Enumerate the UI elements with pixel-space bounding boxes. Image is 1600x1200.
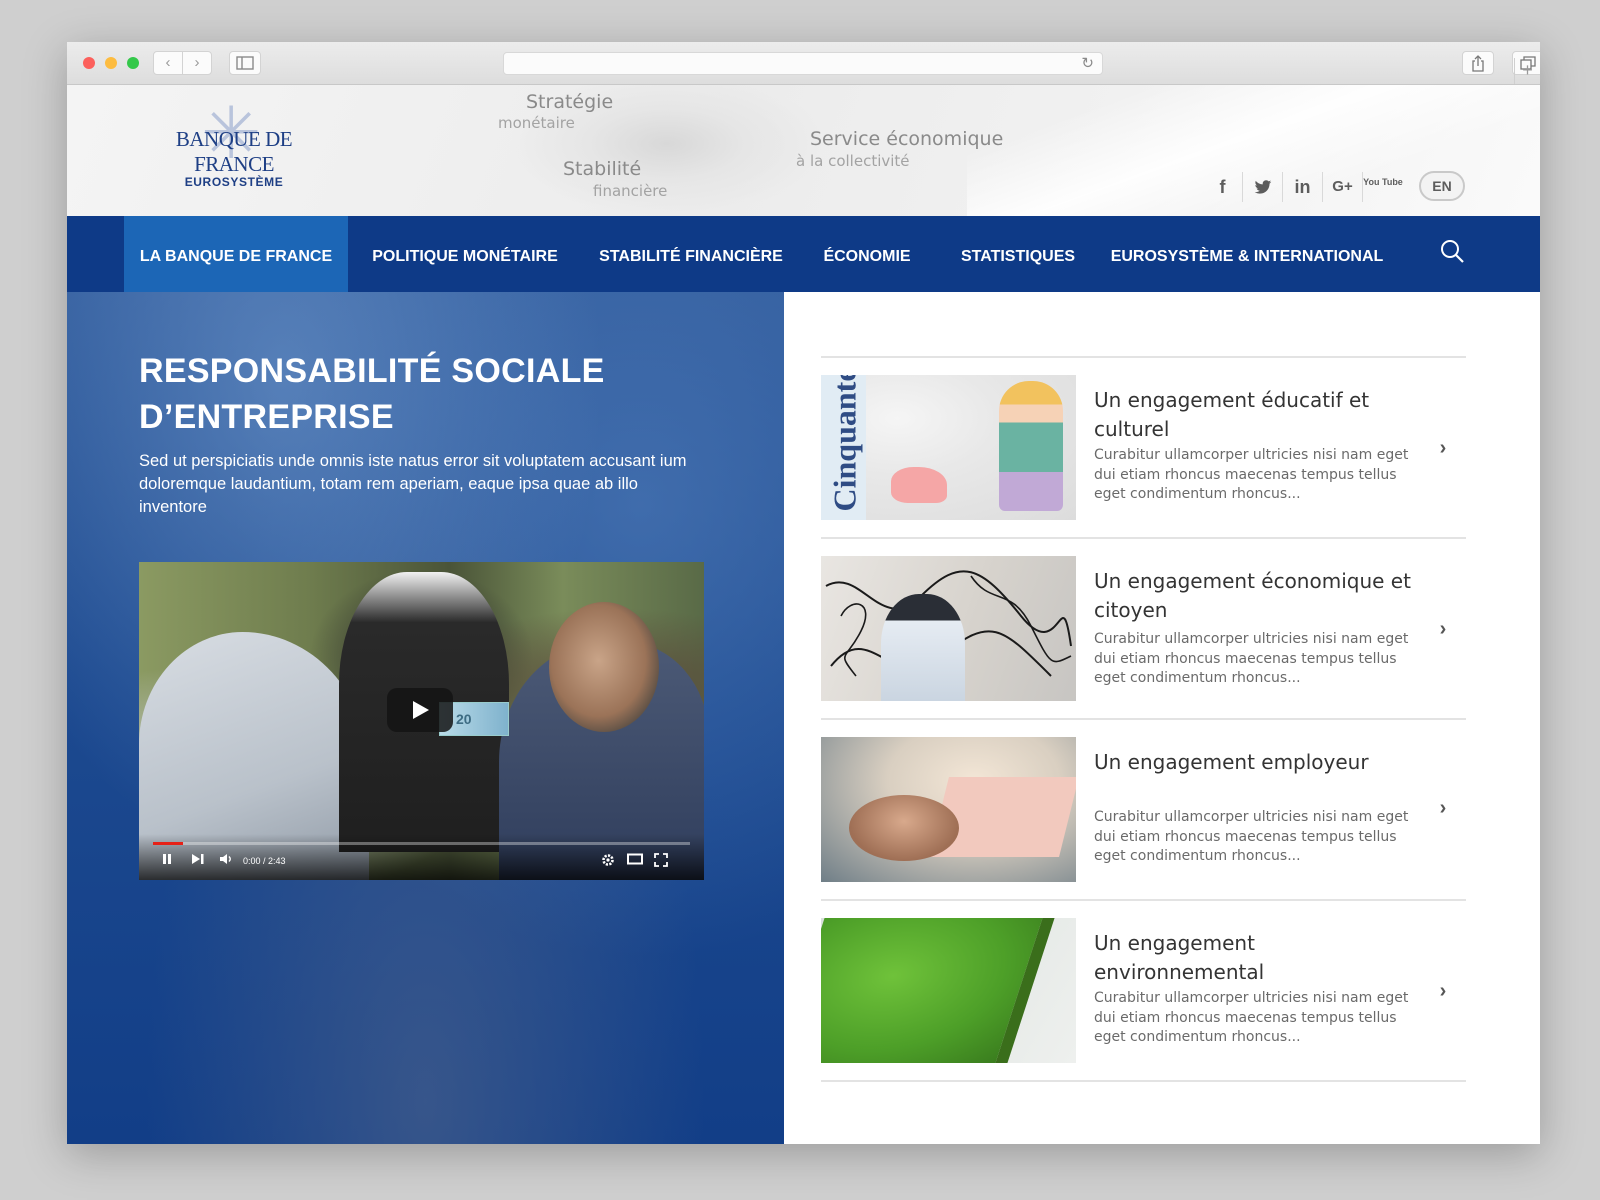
logo-name: BANQUE DE FRANCE	[175, 127, 293, 176]
nav-item-stabilite-financiere[interactable]: STABILITÉ FINANCIÈRE	[587, 216, 795, 292]
nav-item-statistiques[interactable]: STATISTIQUES	[943, 216, 1093, 292]
browser-window: ‹ › ↻ + ✳ BANQUE DE FRANCE EUROSYSTÈME S…	[67, 42, 1540, 1144]
motto-service-economique: Service économique	[810, 128, 1004, 150]
play-button[interactable]	[387, 688, 453, 732]
fullscreen-icon[interactable]	[654, 853, 668, 867]
video-control-bar: 0:00 / 2:43	[139, 834, 704, 880]
linkedin-icon[interactable]: in	[1283, 172, 1323, 202]
card-image-economique	[821, 556, 1076, 701]
video-time: 0:00 / 2:43	[243, 856, 286, 866]
sidebar-icon	[236, 56, 254, 70]
main-navigation: LA BANQUE DE FRANCE POLITIQUE MONÉTAIRE …	[67, 216, 1540, 292]
facebook-icon[interactable]: f	[1203, 172, 1243, 202]
zoom-window-button[interactable]	[127, 57, 139, 69]
engagement-list: Cinquante Un engagement éducatif et cult…	[784, 292, 1540, 1144]
little-prince-drawing	[999, 381, 1063, 511]
nav-item-politique-monetaire[interactable]: POLITIQUE MONÉTAIRE	[359, 216, 571, 292]
video-player[interactable]: 20 0:00 / 2:43	[139, 562, 704, 880]
twitter-icon[interactable]	[1243, 172, 1283, 202]
minimize-window-button[interactable]	[105, 57, 117, 69]
video-person-head	[549, 602, 659, 732]
grass-patch	[821, 918, 1055, 1063]
nav-item-eurosysteme-international[interactable]: EUROSYSTÈME & INTERNATIONAL	[1105, 216, 1389, 292]
card-title[interactable]: Un engagement employeur	[1094, 748, 1414, 777]
video-progress-bar[interactable]	[153, 842, 690, 845]
search-icon	[1441, 240, 1464, 263]
chevron-right-icon[interactable]: ›	[1433, 438, 1453, 458]
share-button[interactable]	[1462, 51, 1494, 75]
new-tab-icon: +	[1522, 60, 1533, 80]
nav-item-la-banque-de-france[interactable]: LA BANQUE DE FRANCE	[124, 216, 348, 292]
chevron-right-icon[interactable]: ›	[1433, 981, 1453, 1001]
site-header: ✳ BANQUE DE FRANCE EUROSYSTÈME Stratégie…	[67, 85, 1540, 216]
share-icon	[1472, 55, 1484, 72]
forward-icon: ›	[194, 54, 200, 71]
video-progress-fill	[153, 842, 183, 845]
card-title[interactable]: Un engagement environnemental	[1094, 929, 1414, 987]
banknote-word: Cinquante	[826, 375, 863, 512]
list-item[interactable]: Un engagement économique et citoyen Cura…	[821, 537, 1466, 720]
settings-icon[interactable]	[601, 853, 615, 867]
hero-title: RESPONSABILITÉ SOCIALE D’ENTREPRISE	[139, 352, 605, 436]
motto-collectivite: à la collectivité	[796, 152, 910, 170]
address-bar[interactable]: ↻	[503, 52, 1103, 75]
back-button[interactable]: ‹	[153, 51, 183, 75]
next-icon[interactable]	[191, 853, 205, 865]
card-image-environnemental	[821, 918, 1076, 1063]
theater-mode-icon[interactable]	[627, 853, 643, 865]
list-item[interactable]: Un engagement environnemental Curabitur …	[821, 899, 1466, 1082]
card-image-educatif: Cinquante	[821, 375, 1076, 520]
card-description: Curabitur ullamcorper ultricies nisi nam…	[1094, 809, 1409, 864]
pause-icon[interactable]	[161, 853, 173, 865]
reload-icon[interactable]: ↻	[1081, 54, 1094, 72]
search-button[interactable]	[1439, 238, 1469, 268]
banque-de-france-logo[interactable]: ✳ BANQUE DE FRANCE EUROSYSTÈME	[139, 98, 329, 195]
nav-item-economie[interactable]: ÉCONOMIE	[807, 216, 927, 292]
card-description: Curabitur ullamcorper ultricies nisi nam…	[1094, 631, 1409, 686]
motto-financiere: financière	[593, 182, 668, 200]
browser-toolbar: ‹ › ↻ +	[67, 42, 1540, 85]
hero-description: Sed ut perspiciatis unde omnis iste natu…	[139, 452, 687, 516]
fox-drawing	[891, 467, 947, 503]
chevron-right-icon[interactable]: ›	[1433, 798, 1453, 818]
card-image-employeur	[821, 737, 1076, 882]
motto-strategie: Stratégie	[526, 91, 614, 113]
list-item[interactable]: Cinquante Un engagement éducatif et cult…	[821, 356, 1466, 539]
google-plus-icon[interactable]: G+	[1323, 172, 1363, 202]
back-icon: ‹	[165, 54, 171, 71]
volume-icon[interactable]	[219, 853, 233, 865]
youtube-icon[interactable]: You Tube	[1363, 172, 1403, 202]
meeting-hands	[849, 795, 959, 861]
card-title[interactable]: Un engagement éducatif et culturel	[1094, 386, 1414, 444]
motto-monetaire: monétaire	[498, 114, 575, 132]
language-switch-button[interactable]: EN	[1419, 171, 1465, 201]
list-item[interactable]: Un engagement employeur Curabitur ullamc…	[821, 718, 1466, 901]
logo-subtitle: EUROSYSTÈME	[184, 175, 284, 189]
close-window-button[interactable]	[83, 57, 95, 69]
man-drawing	[881, 594, 965, 701]
card-description: Curabitur ullamcorper ultricies nisi nam…	[1094, 990, 1409, 1045]
play-icon	[413, 701, 429, 719]
motto-stabilite: Stabilité	[563, 158, 642, 180]
hero-section: RESPONSABILITÉ SOCIALE D’ENTREPRISE Sed …	[67, 292, 784, 1144]
chevron-right-icon[interactable]: ›	[1433, 619, 1453, 639]
card-description: Curabitur ullamcorper ultricies nisi nam…	[1094, 447, 1409, 502]
forward-button[interactable]: ›	[182, 51, 212, 75]
new-tab-button[interactable]: +	[1514, 58, 1540, 84]
sidebar-toggle-button[interactable]	[229, 51, 261, 75]
card-title[interactable]: Un engagement économique et citoyen	[1094, 567, 1414, 625]
